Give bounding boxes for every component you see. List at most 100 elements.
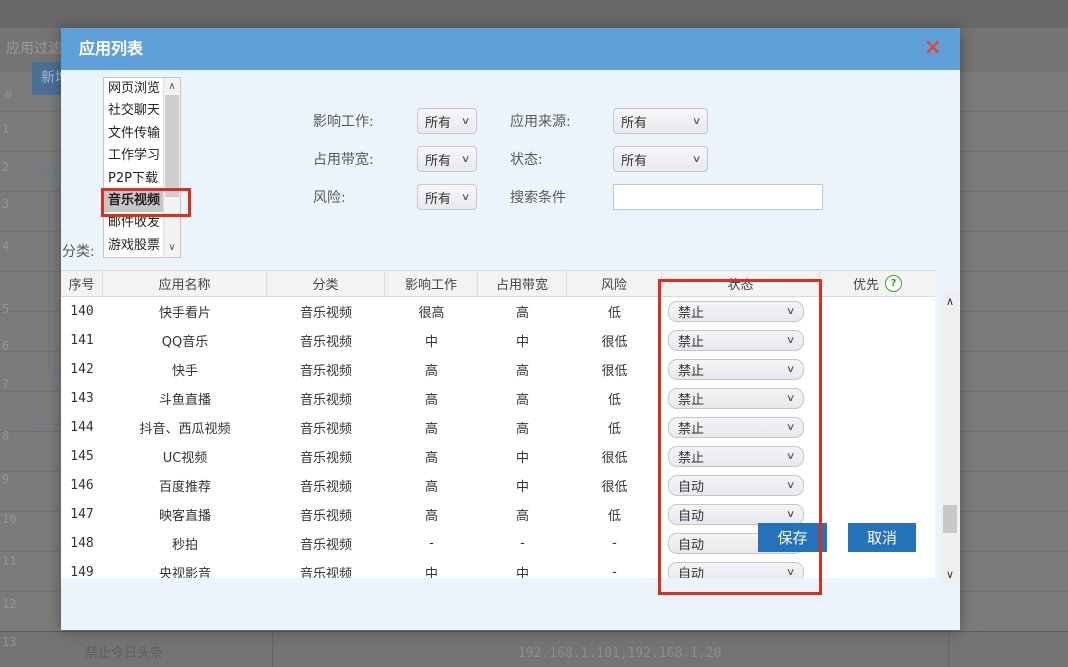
cell-category: 音乐视频 [267,302,385,321]
scroll-down-icon[interactable]: ∨ [941,567,959,583]
category-item[interactable]: 游戏股票 [104,235,163,257]
cell-risk: 低 [567,418,662,437]
scroll-down-icon[interactable]: ∨ [164,241,180,255]
save-button[interactable]: 保存 [758,523,827,552]
search-input[interactable] [613,184,823,210]
column-header-label: 优先 [853,274,879,293]
filter-label: 占用带宽: [313,149,417,169]
status-value: 禁止 [678,302,704,321]
filter-group: 占用带宽:所有∨ [313,146,477,172]
cell-no: 147 [61,507,103,522]
column-header: 优先? [820,271,935,296]
bg-row-number: 4 [2,239,9,253]
cell-no: 144 [61,420,103,435]
cell-category: 音乐视频 [267,360,385,379]
bg-row-number: 5 [2,302,9,316]
cancel-button[interactable]: 取消 [848,523,916,552]
cell-no: 141 [61,333,103,348]
chevron-down-icon: ∨ [461,116,471,127]
cell-bandwidth: - [478,536,567,551]
filter-select[interactable]: 所有∨ [417,184,477,210]
bg-row-number: 12 [2,597,16,611]
column-header: 分类 [267,271,385,296]
status-select[interactable]: 禁止∨ [668,301,804,322]
scroll-up-icon[interactable]: ∧ [941,294,959,310]
category-item[interactable]: 文件传输 [104,123,163,145]
close-icon[interactable]: × [924,28,942,68]
category-item[interactable]: 工作学习 [104,145,163,167]
cell-risk: - [567,536,662,551]
listbox-scroll-thumb[interactable] [165,95,179,197]
select-value: 所有 [425,112,451,131]
bg-row-number: 11 [2,554,16,568]
status-value: 自动 [678,534,704,553]
status-select[interactable]: 禁止∨ [668,359,804,380]
status-value: 自动 [678,563,704,578]
category-label: 分类: [62,241,95,261]
status-select[interactable]: 自动∨ [668,504,804,525]
filter-select[interactable]: 所有∨ [613,108,708,134]
table-scrollbar[interactable]: ∧ ∨ [941,292,959,585]
filter-select[interactable]: 所有 ∨ [417,108,477,134]
cell-bandwidth: 高 [478,360,567,379]
table-scroll-thumb[interactable] [943,505,957,533]
cell-name: QQ音乐 [103,331,267,350]
bg-row-number: 13 [2,635,16,649]
table-row: 146百度推荐音乐视频高中很低自动∨ [61,471,935,500]
cell-name: 秒拍 [103,534,267,553]
cell-category: 音乐视频 [267,331,385,350]
column-header: 风险 [567,271,662,296]
cell-risk: 很低 [567,331,662,350]
bg-column-divider [948,631,949,667]
chevron-down-icon: ∨ [786,393,796,404]
filter-select[interactable]: 所有∨ [613,146,708,172]
column-header-label: 影响工作 [405,274,457,293]
chevron-down-icon: ∨ [786,335,796,346]
cell-name: 快手看片 [103,302,267,321]
dialog-titlebar: 应用列表 × [61,28,960,70]
filter-select[interactable]: 所有∨ [417,146,477,172]
bg-rule-addresses: 192.168.1.101,192.168.1.20 [518,646,722,661]
cell-risk: 很低 [567,476,662,495]
scroll-up-icon[interactable]: ∧ [164,80,180,94]
category-item[interactable]: P2P下载 [104,168,163,190]
help-icon[interactable]: ? [885,275,902,292]
table-row: 141QQ音乐音乐视频中中很低禁止∨ [61,326,935,355]
filter-label: 搜索条件 [510,187,613,207]
cell-category: 音乐视频 [267,389,385,408]
category-item[interactable]: 邮件收发 [104,212,163,234]
status-select[interactable]: 自动 ∨ [668,562,804,578]
cell-status: 禁止∨ [662,417,820,438]
chevron-down-icon: ∨ [692,154,702,165]
chevron-down-icon: ∨ [786,480,796,491]
bg-row-number: 6 [2,339,9,353]
cell-risk: 很低 [567,447,662,466]
cell-status: 禁止∨ [662,388,820,409]
select-value: 所有 [425,188,451,207]
category-item[interactable]: 网页浏览 [104,78,163,100]
cell-impact: 高 [385,418,478,437]
category-item[interactable]: 社交聊天 [104,100,163,122]
status-value: 自动 [678,505,704,524]
filter-group: 风险:所有∨ [313,184,477,210]
status-value: 禁止 [678,418,704,437]
cell-bandwidth: 中 [478,563,567,578]
filter-label: 状态: [510,149,613,169]
category-item[interactable]: 音乐视频 [104,190,163,212]
status-select[interactable]: 禁止 ∨ [668,330,804,351]
bg-row-divider [0,631,1068,632]
status-select[interactable]: 自动∨ [668,475,804,496]
listbox-scrollbar[interactable]: ∧ ∨ [163,78,180,257]
status-select[interactable]: 禁止∨ [668,388,804,409]
status-select[interactable]: 禁止∨ [668,446,804,467]
column-header: 状态 [662,271,820,296]
filter-group: 应用来源:所有∨ [510,108,823,134]
column-header: 序号 [61,271,103,296]
status-value: 禁止 [678,331,704,350]
status-select[interactable]: 禁止∨ [668,417,804,438]
chevron-down-icon: ∨ [786,567,796,578]
filter-group: 状态:所有∨ [510,146,823,172]
cell-bandwidth: 高 [478,389,567,408]
cell-bandwidth: 中 [478,447,567,466]
category-listbox[interactable]: 网页浏览社交聊天文件传输工作学习P2P下载音乐视频邮件收发游戏股票 ∧ ∨ [103,77,181,258]
